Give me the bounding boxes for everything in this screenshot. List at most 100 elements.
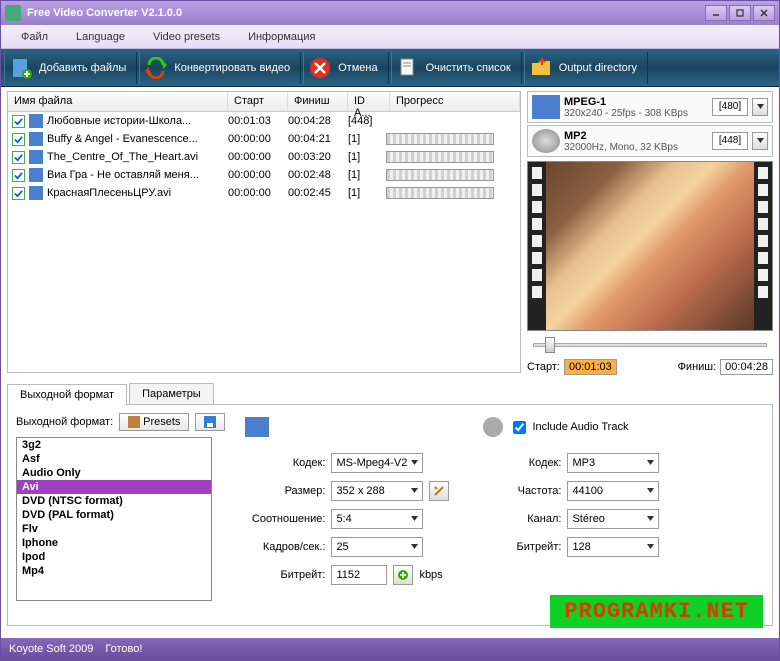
file-row[interactable]: Виа Гра - Не оставляй меня...00:00:0000:… (8, 166, 520, 184)
start-time-label: Старт: (527, 361, 560, 373)
a-chan-input[interactable]: Stéreo (567, 509, 659, 529)
audio-params-icon (479, 413, 507, 441)
finish-time-label: Финиш: (678, 361, 717, 373)
seek-slider[interactable] (527, 335, 773, 355)
format-option[interactable]: DVD (NTSC format) (17, 494, 211, 508)
kbps-label: kbps (419, 569, 442, 581)
include-audio-checkbox[interactable] (513, 421, 526, 434)
format-option[interactable]: Audio Only (17, 466, 211, 480)
file-id: [1] (348, 187, 386, 199)
file-checkbox[interactable] (12, 133, 25, 146)
v-ratio-input[interactable]: 5:4 (331, 509, 423, 529)
save-preset-button[interactable] (195, 413, 225, 431)
file-checkbox[interactable] (12, 187, 25, 200)
file-row[interactable]: Buffy & Angel - Evanescence...00:00:0000… (8, 130, 520, 148)
col-name[interactable]: Имя файла (8, 92, 228, 111)
file-progress (386, 187, 516, 199)
tab-output-format[interactable]: Выходной формат (7, 384, 127, 405)
maximize-button[interactable] (729, 5, 751, 21)
v-bitrate-input[interactable]: 1152 (331, 565, 387, 585)
bitrate-add-button[interactable] (393, 565, 413, 585)
file-finish: 00:02:48 (288, 169, 348, 181)
video-preset-row: MPEG-1 320x240 - 25fps - 308 KBps [480] (527, 91, 773, 123)
a-chan-label: Канал: (479, 513, 561, 525)
add-files-button[interactable]: Добавить файлы (4, 52, 137, 84)
col-finish[interactable]: Финиш (288, 92, 348, 111)
format-list[interactable]: 3g2AsfAudio OnlyAviDVD (NTSC format)DVD … (16, 437, 212, 601)
video-preview[interactable] (527, 161, 773, 331)
format-option[interactable]: Asf (17, 452, 211, 466)
preview-frame (546, 162, 754, 330)
format-option[interactable]: Flv (17, 522, 211, 536)
output-label: Output directory (559, 62, 637, 74)
audio-preset-sub: 32000Hz, Mono, 32 KBps (564, 142, 708, 153)
col-id[interactable]: ID A... (348, 92, 390, 111)
cancel-label: Отмена (338, 62, 377, 74)
audio-preset-value[interactable]: [448] (712, 132, 748, 150)
file-row[interactable]: The_Centre_Of_The_Heart.avi00:00:0000:03… (8, 148, 520, 166)
v-fps-input[interactable]: 25 (331, 537, 423, 557)
file-icon (29, 114, 43, 128)
format-option[interactable]: Avi (17, 480, 211, 494)
file-id: [1] (348, 133, 386, 145)
tab-parameters[interactable]: Параметры (129, 383, 214, 404)
col-progress[interactable]: Прогресс (390, 92, 520, 111)
presets-button-label: Presets (143, 416, 180, 428)
app-icon (5, 5, 21, 21)
file-checkbox[interactable] (12, 169, 25, 182)
file-row[interactable]: КраснаяПлесеньЦРУ.avi00:00:0000:02:45[1] (8, 184, 520, 202)
finish-time-value[interactable]: 00:04:28 (720, 359, 773, 375)
a-freq-input[interactable]: 44100 (567, 481, 659, 501)
file-finish: 00:03:20 (288, 151, 348, 163)
audio-preset-dropdown[interactable] (752, 132, 768, 150)
a-codec-label: Кодек: (479, 457, 561, 469)
video-preset-value[interactable]: [480] (712, 98, 748, 116)
folder-icon (529, 56, 553, 80)
presets-button[interactable]: Presets (119, 413, 189, 431)
v-codec-input[interactable]: MS-Mpeg4-V2 (331, 453, 423, 473)
video-preset-dropdown[interactable] (752, 98, 768, 116)
video-preset-sub: 320x240 - 25fps - 308 KBps (564, 108, 708, 119)
convert-button[interactable]: Конвертировать видео (139, 52, 301, 84)
video-params-icon (243, 413, 271, 441)
file-finish: 00:04:28 (288, 115, 348, 127)
format-option[interactable]: 3g2 (17, 438, 211, 452)
file-progress (386, 151, 516, 163)
filmstrip-right (754, 162, 772, 330)
start-time-value[interactable]: 00:01:03 (564, 359, 617, 375)
format-option[interactable]: Ipod (17, 550, 211, 564)
menu-file[interactable]: Файл (7, 31, 62, 43)
file-icon (29, 186, 43, 200)
col-start[interactable]: Старт (228, 92, 288, 111)
format-option[interactable]: Iphone (17, 536, 211, 550)
a-bitrate-input[interactable]: 128 (567, 537, 659, 557)
video-preset-name: MPEG-1 (564, 96, 708, 108)
format-option[interactable]: Mp4 (17, 564, 211, 578)
v-size-input[interactable]: 352 x 288 (331, 481, 423, 501)
file-checkbox[interactable] (12, 115, 25, 128)
output-format-label: Выходной формат: (16, 416, 113, 428)
a-codec-input[interactable]: MP3 (567, 453, 659, 473)
save-icon (204, 416, 216, 428)
size-edit-button[interactable] (429, 481, 449, 501)
include-audio-label: Include Audio Track (532, 421, 628, 433)
statusbar: Koyote Soft 2009 Готово! (1, 638, 779, 660)
menu-language[interactable]: Language (62, 31, 139, 43)
file-id: [1] (348, 151, 386, 163)
add-icon (9, 56, 33, 80)
clear-list-button[interactable]: Очистить список (391, 52, 522, 84)
close-button[interactable] (753, 5, 775, 21)
minimize-button[interactable] (705, 5, 727, 21)
filmstrip-left (528, 162, 546, 330)
output-dir-button[interactable]: Output directory (524, 52, 648, 84)
menu-video-presets[interactable]: Video presets (139, 31, 234, 43)
cancel-button[interactable]: Отмена (303, 52, 388, 84)
menu-info[interactable]: Информация (234, 31, 329, 43)
file-row[interactable]: Любовные истории-Школа...00:01:0300:04:2… (8, 112, 520, 130)
file-icon (29, 168, 43, 182)
file-start: 00:00:00 (228, 187, 288, 199)
file-checkbox[interactable] (12, 151, 25, 164)
seek-thumb[interactable] (545, 337, 555, 353)
file-finish: 00:04:21 (288, 133, 348, 145)
format-option[interactable]: DVD (PAL format) (17, 508, 211, 522)
